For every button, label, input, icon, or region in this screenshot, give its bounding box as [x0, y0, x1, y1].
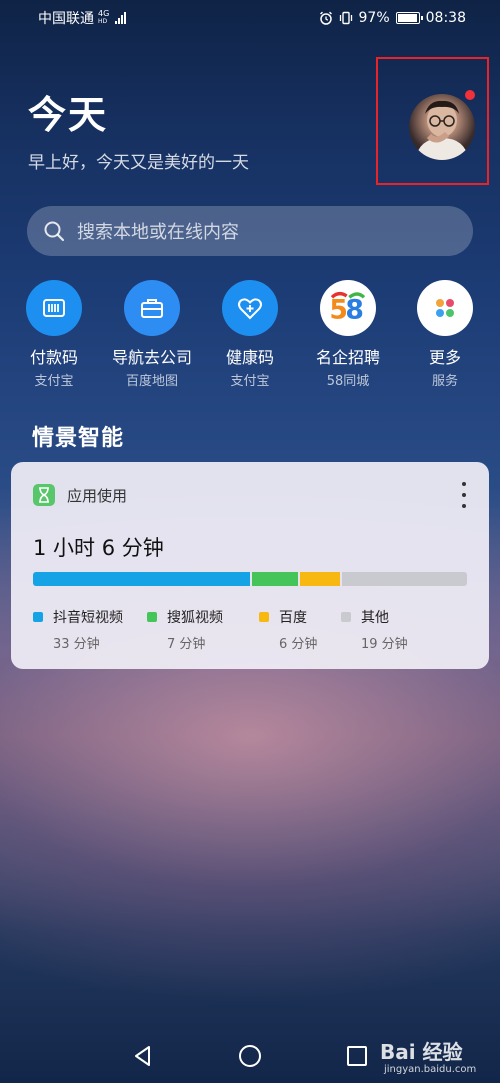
back-button[interactable] — [131, 1044, 155, 1068]
usage-bar — [33, 572, 467, 586]
network-type: 4G HD — [98, 9, 110, 26]
recents-button[interactable] — [345, 1044, 369, 1068]
barcode-icon — [43, 299, 65, 317]
legend-app-name: 搜狐视频 — [167, 610, 223, 626]
shortcut-label: 名企招聘 — [315, 348, 380, 367]
legend-app-name: 抖音短视频 — [53, 610, 123, 626]
briefcase-icon — [141, 299, 163, 318]
page-title: 今天 — [28, 93, 109, 137]
58-logo-icon: 5 8 — [329, 292, 366, 326]
legend-duration: 7 分钟 — [167, 637, 206, 652]
shortcut-label: 健康码 — [225, 348, 274, 367]
clock: 08:38 — [425, 10, 466, 26]
app-usage-card[interactable]: 应用使用 1 小时 6 分钟 抖音短视频 33 分钟 搜狐视频 7 分钟 百度 6 分钟 其… — [11, 462, 489, 669]
avatar-highlight-box — [376, 57, 489, 185]
status-bar: 中国联通 4G HD 97% 08:38 — [0, 0, 500, 36]
shortcut-icon-bg — [124, 280, 180, 336]
heart-plus-icon — [238, 298, 262, 320]
legend-swatch — [341, 612, 351, 622]
search-bar[interactable]: 搜索本地或在线内容 — [27, 206, 473, 256]
notification-dot — [465, 90, 475, 100]
baidu-watermark: Bai 经验 — [380, 1040, 463, 1064]
card-header: 应用使用 — [33, 484, 127, 506]
usage-total: 1 小时 6 分钟 — [33, 536, 164, 560]
status-left: 中国联通 4G HD — [38, 8, 127, 28]
avatar[interactable] — [409, 94, 475, 160]
legend-item: 百度 6 分钟 — [259, 607, 317, 652]
status-right: 97% 08:38 — [319, 10, 466, 26]
avatar-photo — [415, 100, 469, 160]
shortcut-more[interactable]: 更多 服务 — [395, 280, 495, 389]
shortcut-health-code[interactable]: 健康码 支付宝 — [200, 280, 300, 389]
hourglass-icon — [33, 484, 55, 506]
card-app-name: 应用使用 — [67, 486, 128, 505]
shortcut-sub: 58同城 — [326, 374, 370, 389]
shortcut-icon-bg — [222, 280, 278, 336]
search-icon — [44, 221, 65, 242]
shortcut-sub: 支付宝 — [34, 374, 74, 389]
svg-text:8: 8 — [345, 295, 364, 326]
battery-percent: 97% — [358, 10, 390, 26]
search-placeholder: 搜索本地或在线内容 — [77, 222, 239, 243]
watermark-url: jingyan.baidu.com — [384, 1064, 477, 1075]
usage-segment — [341, 572, 467, 586]
carrier-name: 中国联通 — [38, 11, 94, 27]
apps-grid-icon — [436, 299, 454, 317]
battery-icon — [395, 12, 423, 24]
shortcut-label: 导航去公司 — [111, 348, 192, 367]
greeting-text: 早上好，今天又是美好的一天 — [28, 153, 249, 173]
shortcut-navigate-office[interactable]: 导航去公司 百度地图 — [102, 280, 202, 389]
legend-item: 抖音短视频 33 分钟 — [33, 607, 123, 652]
shortcut-icon-bg — [417, 280, 473, 336]
usage-segment — [33, 572, 251, 586]
legend-duration: 19 分钟 — [361, 637, 408, 652]
shortcut-sub: 服务 — [431, 374, 458, 389]
usage-segment — [252, 572, 299, 586]
shortcut-job-search[interactable]: 5 8 名企招聘 58同城 — [298, 280, 398, 389]
back-triangle-icon — [135, 1046, 150, 1066]
shortcut-icon-bg: 5 8 — [320, 280, 376, 336]
more-options-icon[interactable] — [459, 482, 469, 508]
shortcut-row: 付款码 支付宝 导航去公司 百度地图 健康码 支付宝 5 8 名企招聘 58同城… — [0, 280, 500, 390]
recents-square-icon — [347, 1046, 367, 1066]
shortcut-label: 更多 — [428, 348, 461, 367]
legend-swatch — [33, 612, 43, 622]
legend-duration: 33 分钟 — [53, 637, 100, 652]
legend-swatch — [259, 612, 269, 622]
legend-swatch — [147, 612, 157, 622]
alarm-icon — [319, 11, 332, 25]
legend-app-name: 其他 — [361, 610, 389, 626]
legend-item: 搜狐视频 7 分钟 — [147, 607, 223, 652]
shortcut-sub: 支付宝 — [230, 374, 270, 389]
home-button[interactable] — [238, 1044, 262, 1068]
shortcut-label: 付款码 — [29, 348, 78, 367]
legend-duration: 6 分钟 — [279, 637, 318, 652]
usage-segment — [300, 572, 340, 586]
shortcut-sub: 百度地图 — [125, 374, 178, 389]
shortcut-pay-code[interactable]: 付款码 支付宝 — [4, 280, 104, 389]
vibrate-icon — [339, 11, 352, 25]
legend-app-name: 百度 — [279, 610, 307, 626]
section-title: 情景智能 — [32, 426, 125, 451]
home-circle-icon — [239, 1045, 261, 1067]
signal-icon — [115, 12, 127, 24]
legend-item: 其他 19 分钟 — [341, 607, 408, 652]
shortcut-icon-bg — [26, 280, 82, 336]
